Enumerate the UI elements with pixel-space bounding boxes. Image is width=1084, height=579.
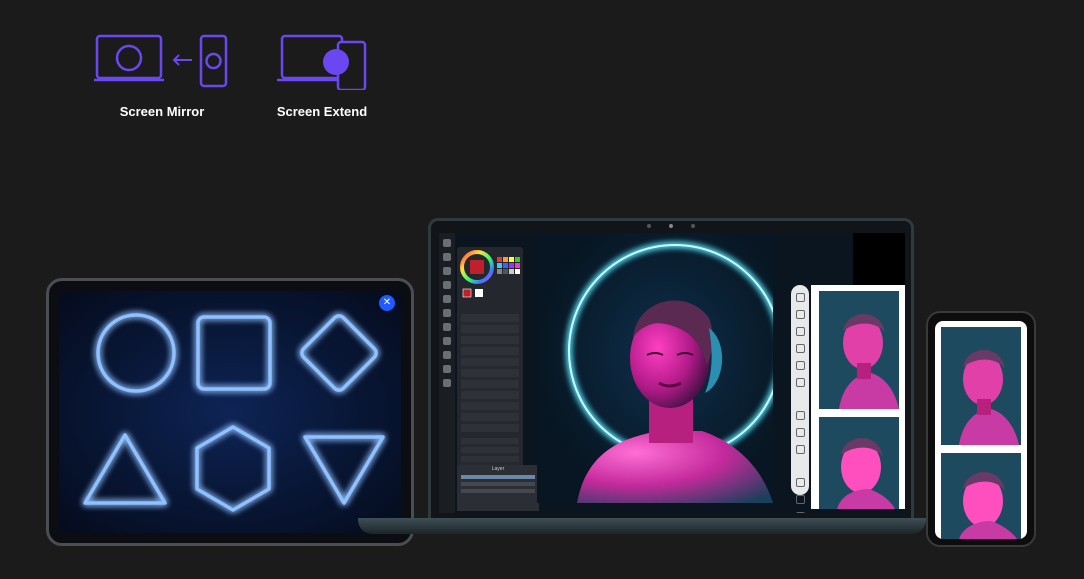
tablet-device: ✕	[46, 278, 414, 546]
tablet-screen: ✕	[59, 291, 401, 533]
phone-photo	[941, 453, 1021, 539]
inverted-triangle-shape	[303, 435, 385, 505]
square-shape	[196, 315, 272, 391]
laptop-device: Layer	[428, 218, 914, 522]
laptop-screen-corner	[853, 233, 905, 285]
phone-device	[926, 311, 1036, 547]
color-wheel-icon	[460, 250, 520, 298]
strip-photo	[819, 417, 899, 509]
phone-photo	[941, 327, 1021, 445]
screen-extend-icon	[277, 34, 367, 90]
close-icon[interactable]: ✕	[379, 295, 395, 311]
screen-mirror-label: Screen Mirror	[119, 104, 205, 119]
laptop-base	[358, 518, 926, 534]
phone-screen[interactable]	[935, 321, 1027, 539]
laptop-screen: Layer	[439, 233, 905, 513]
portrait-illustration	[566, 242, 784, 503]
circle-shape	[96, 313, 176, 393]
triangle-shape	[83, 433, 167, 505]
strip-photo	[819, 291, 899, 409]
screen-extend-option[interactable]: Screen Extend	[272, 30, 372, 119]
screen-mirror-option[interactable]: Screen Mirror	[92, 30, 232, 119]
screen-mirror-icon	[94, 34, 228, 88]
layer-panel[interactable]: Layer	[457, 465, 539, 511]
screen-extend-label: Screen Extend	[276, 104, 368, 119]
hexagon-shape	[195, 425, 271, 512]
laptop-photo-strip[interactable]	[811, 285, 905, 509]
neon-shapes-grid	[83, 313, 385, 512]
floating-toolbar[interactable]	[791, 285, 809, 513]
diamond-shape	[300, 314, 378, 392]
layer-panel-title: Layer	[491, 466, 505, 472]
canvas-portrait[interactable]	[537, 233, 784, 503]
tool-sidebar[interactable]	[439, 233, 455, 513]
